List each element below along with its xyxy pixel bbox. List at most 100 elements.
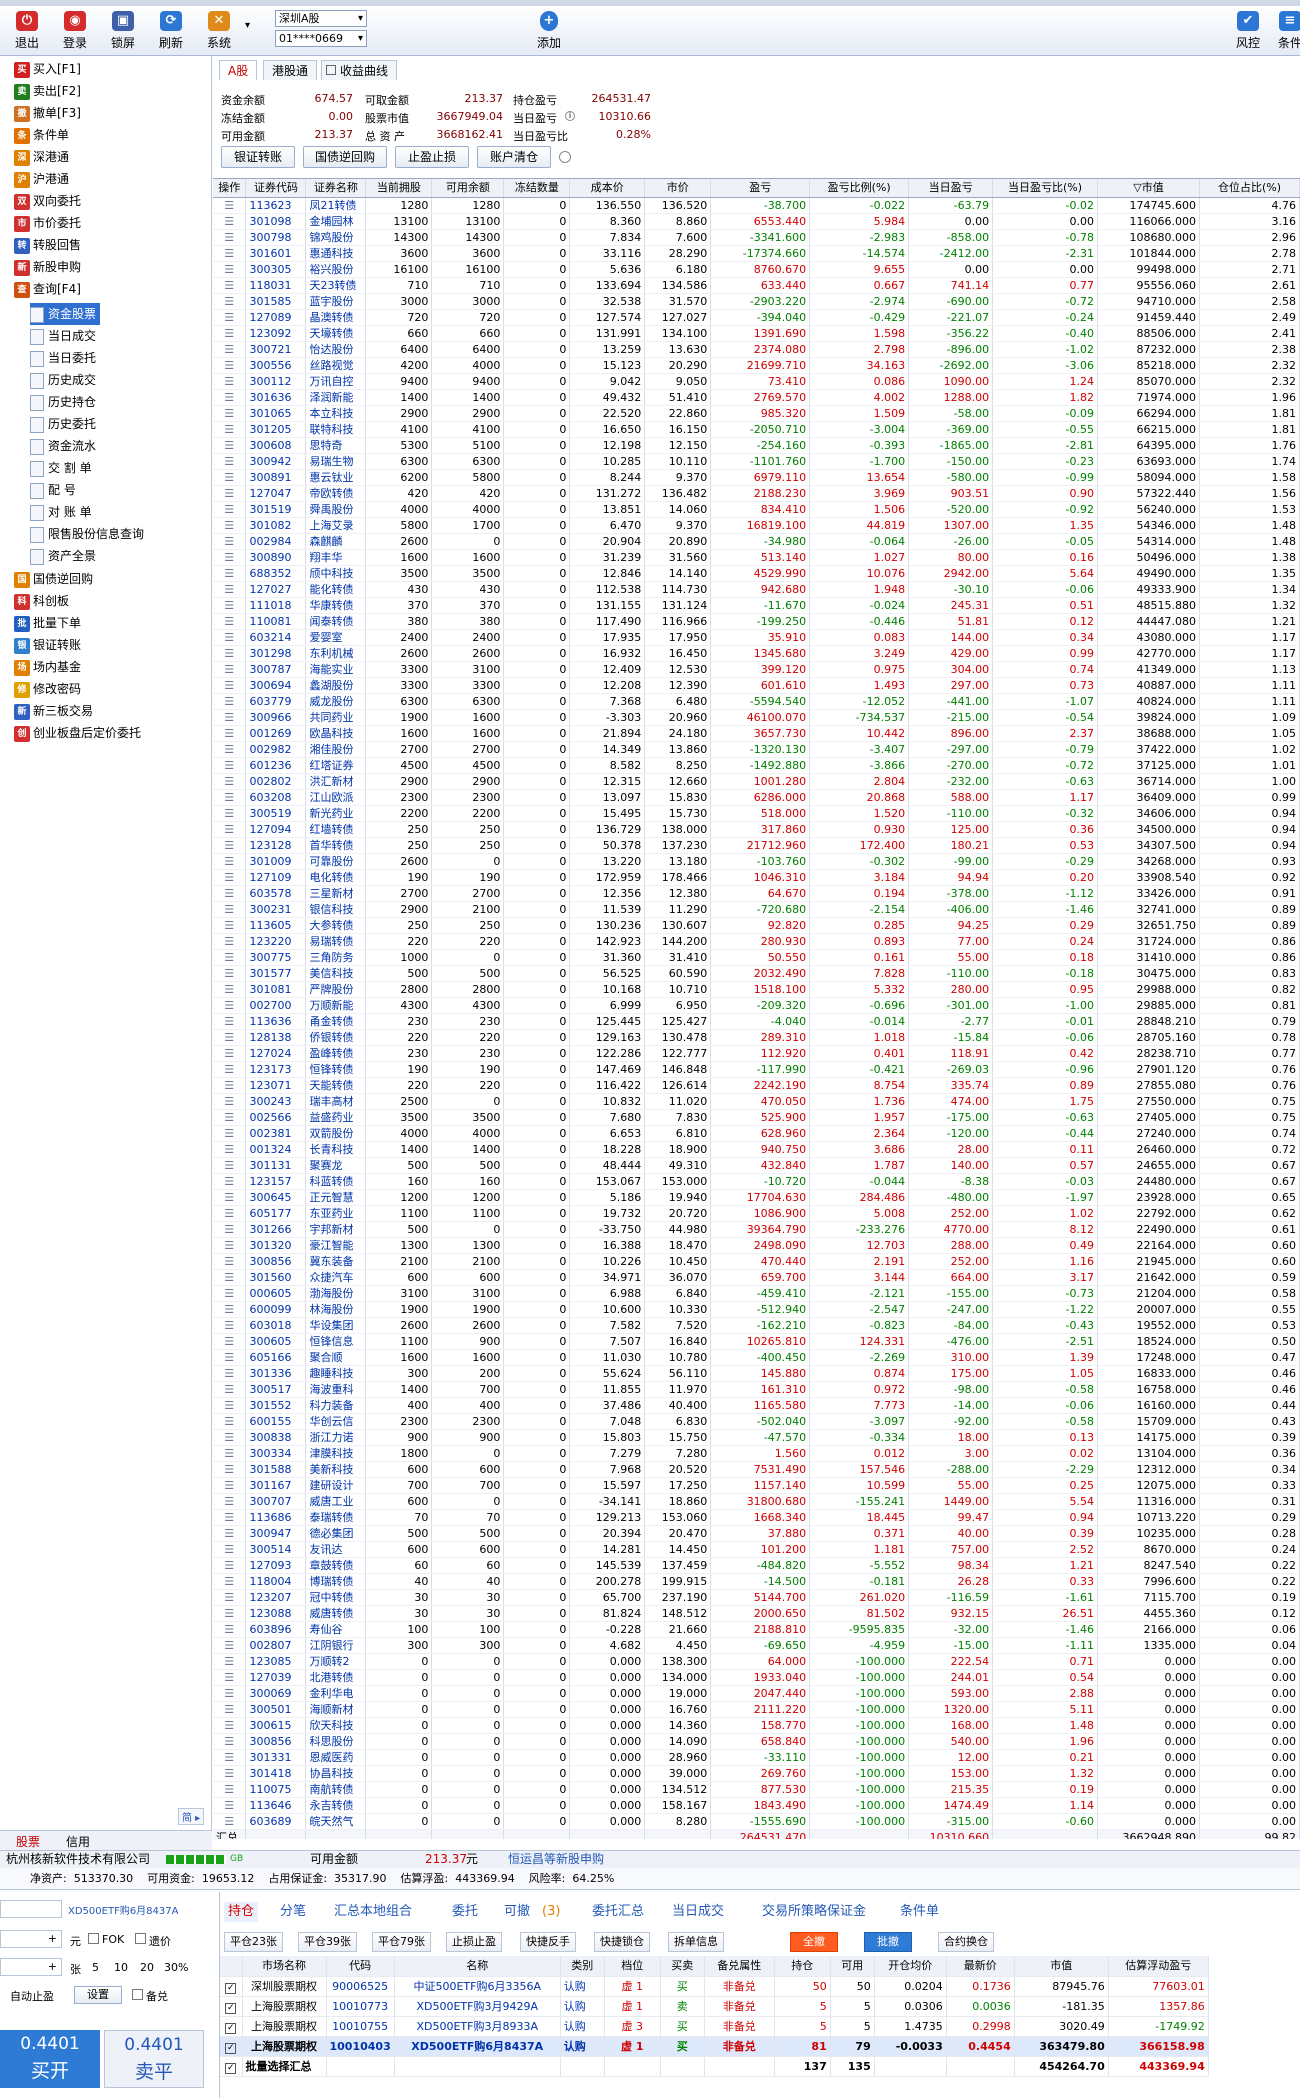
ipo-notice[interactable]: 恒运昌等新股申购: [508, 1851, 604, 1868]
row-menu-icon[interactable]: ☰: [213, 1797, 247, 1814]
col-header-8[interactable]: 盈亏: [710, 179, 811, 198]
col-header-12[interactable]: ▽市值: [1097, 179, 1200, 198]
table-row[interactable]: ☰ 123220 易瑞转债 220 220 0 142.923 144.200 280.930 0…: [213, 933, 1300, 950]
option-row[interactable]: ✓ 深圳股票期权 90006525 中证500ETF购6月3356A 认购虚 1 买非备兑…: [220, 1976, 1209, 1997]
tab-orders[interactable]: 委托: [452, 1902, 478, 1922]
sidebar-item-items-4[interactable]: 深深港通: [0, 146, 69, 168]
tab-profit-curve[interactable]: 收益曲线: [321, 60, 398, 80]
row-menu-icon[interactable]: ☰: [213, 1461, 247, 1478]
query-subitem-10[interactable]: 限售股份信息查询: [30, 523, 144, 545]
row-menu-icon[interactable]: ☰: [213, 853, 247, 870]
table-row[interactable]: ☰ 300556 丝路视觉 4200 4000 0 15.123 20.290 21699.71…: [213, 357, 1300, 374]
row-menu-icon[interactable]: ☰: [213, 869, 247, 886]
row-menu-icon[interactable]: ☰: [213, 981, 247, 998]
row-menu-icon[interactable]: ☰: [213, 565, 247, 582]
row-menu-icon[interactable]: ☰: [213, 213, 247, 230]
opt-col-header-7[interactable]: 备兑属性: [704, 1956, 775, 1977]
table-row[interactable]: ☰ 301601 惠通科技 3600 3600 0 33.116 28.290 -17374.6…: [213, 245, 1300, 262]
roll-contract-button[interactable]: 合约换仓: [938, 1932, 994, 1952]
row-menu-icon[interactable]: ☰: [213, 693, 247, 710]
row-menu-icon[interactable]: ☰: [213, 1301, 247, 1318]
option-row[interactable]: ✓ 上海股票期权 10010755 XD500ETF购3月8933A 认购虚 3 买非备兑…: [220, 2016, 1209, 2037]
table-row[interactable]: ☰ 127027 能化转债 430 430 0 112.538 114.730 942.680 1…: [213, 581, 1300, 598]
table-row[interactable]: ☰ 301588 美新科技 600 600 0 7.968 20.520 7531.490 157…: [213, 1461, 1300, 1478]
sidebar-item-items-10[interactable]: 查查询[F4]: [0, 278, 81, 300]
table-row[interactable]: ☰ 601236 红塔证券 4500 4500 0 8.582 8.250 -1492.880-…: [213, 757, 1300, 774]
table-row[interactable]: ☰ 301585 蓝宇股份 3000 3000 0 32.538 31.570 -2903.22…: [213, 293, 1300, 310]
row-menu-icon[interactable]: ☰: [213, 1333, 247, 1350]
row-menu-icon[interactable]: ☰: [213, 341, 247, 358]
table-row[interactable]: ☰ 002802 洪汇新材 2900 2900 0 12.315 12.660 1001.280…: [213, 773, 1300, 790]
tab-credit[interactable]: 信用: [66, 1833, 90, 1850]
row-menu-icon[interactable]: ☰: [213, 1173, 247, 1190]
sidebar-item-items-2[interactable]: 撤撤单[F3]: [0, 102, 81, 124]
table-row[interactable]: ☰ 127089 晶澳转债 720 720 0 127.574 127.027 -394.040…: [213, 309, 1300, 326]
row-menu-icon[interactable]: ☰: [213, 1621, 247, 1638]
table-row[interactable]: ☰ 110075 南航转债 0 0 0 0.000 134.512 877.530 -100.00…: [213, 1781, 1300, 1798]
sidebar-item-items-5[interactable]: 沪沪港通: [0, 168, 69, 190]
row-menu-icon[interactable]: ☰: [213, 1125, 247, 1142]
row-menu-icon[interactable]: ☰: [213, 533, 247, 550]
row-menu-icon[interactable]: ☰: [213, 405, 247, 422]
col-header-2[interactable]: 证券名称: [305, 179, 367, 198]
sidebar-item-items-0[interactable]: 买买入[F1]: [0, 58, 81, 80]
row-menu-icon[interactable]: ☰: [213, 1013, 247, 1030]
row-menu-icon[interactable]: ☰: [213, 1221, 247, 1238]
row-menu-icon[interactable]: ☰: [213, 437, 247, 454]
table-row[interactable]: ☰ 603214 爱婴室 2400 2400 0 17.935 17.950 35.910 0.0…: [213, 629, 1300, 646]
query-subitem-5[interactable]: 历史委托: [30, 413, 96, 435]
row-menu-icon[interactable]: ☰: [213, 1525, 247, 1542]
table-row[interactable]: ☰ 301320 豪江智能 1300 1300 0 16.388 18.470 2498.090…: [213, 1237, 1300, 1254]
qty-stepper[interactable]: +: [0, 1958, 62, 1976]
row-menu-icon[interactable]: ☰: [213, 309, 247, 326]
row-menu-icon[interactable]: ☰: [213, 1605, 247, 1622]
sidebar-item-items-8[interactable]: 转转股回售: [0, 234, 81, 256]
table-row[interactable]: ☰ 123157 科蓝转债 160 160 0 153.067 153.000 -10.720-…: [213, 1173, 1300, 1190]
table-row[interactable]: ☰ 127109 电化转债 190 190 0 172.959 178.466 1046.310…: [213, 869, 1300, 886]
split-info-button[interactable]: 拆单信息: [668, 1932, 724, 1952]
col-header-6[interactable]: 成本价: [569, 179, 646, 198]
row-menu-icon[interactable]: ☰: [213, 485, 247, 502]
table-row[interactable]: ☰ 301266 宇邦新材 500 0 0 -33.750 44.980 39364.790 -2…: [213, 1221, 1300, 1238]
query-subitem-3[interactable]: 历史成交: [30, 369, 96, 391]
row-menu-icon[interactable]: ☰: [213, 549, 247, 566]
refresh-button[interactable]: ⟳ 刷新: [148, 9, 194, 53]
opt-col-header-2[interactable]: 代码: [326, 1956, 395, 1977]
row-menu-icon[interactable]: ☰: [213, 1701, 247, 1718]
table-row[interactable]: ☰ 123085 万顺转2 0 0 0 0.000 138.300 64.000 -100.000…: [213, 1653, 1300, 1670]
table-row[interactable]: ☰ 113605 大参转债 250 250 0 130.236 130.607 92.820 0.…: [213, 917, 1300, 934]
reverse-repo-button[interactable]: 国债逆回购: [303, 146, 387, 168]
col-header-4[interactable]: 可用余额: [431, 179, 505, 198]
row-menu-icon[interactable]: ☰: [213, 645, 247, 662]
table-row[interactable]: ☰ 123088 威唐转债 30 30 0 81.824 148.512 2000.650 81.…: [213, 1605, 1300, 1622]
row-menu-icon[interactable]: ☰: [213, 773, 247, 790]
table-row[interactable]: ☰ 123071 天能转债 220 220 0 116.422 126.614 2242.190…: [213, 1077, 1300, 1094]
sidebar-item-items2-5[interactable]: 修修改密码: [0, 678, 81, 700]
row-menu-icon[interactable]: ☰: [213, 261, 247, 278]
lock-button[interactable]: ▣ 锁屏: [100, 9, 146, 53]
row-checkbox[interactable]: ✓: [220, 2016, 243, 2037]
row-checkbox[interactable]: ✓: [220, 1996, 243, 2017]
row-menu-icon[interactable]: ☰: [213, 597, 247, 614]
table-row[interactable]: ☰ 301298 东利机械 2600 2600 0 16.932 16.450 1345.680…: [213, 645, 1300, 662]
sidebar-item-items2-1[interactable]: 科科创板: [0, 590, 69, 612]
row-menu-icon[interactable]: ☰: [213, 725, 247, 742]
row-menu-icon[interactable]: ☰: [213, 1109, 247, 1126]
table-row[interactable]: ☰ 600155 华创云信 2300 2300 0 7.048 6.830 -502.040 -3…: [213, 1413, 1300, 1430]
opt-col-header-10[interactable]: 开仓均价: [874, 1956, 947, 1977]
col-header-3[interactable]: 当前拥股: [365, 179, 433, 198]
tab-order-summary[interactable]: 委托汇总: [592, 1902, 644, 1922]
tab-exchange-margin[interactable]: 交易所策略保证金: [762, 1902, 866, 1922]
close-79-button[interactable]: 平仓79张: [372, 1932, 431, 1952]
table-row[interactable]: ☰ 301009 可靠股份 2600 0 0 13.220 13.180 -103.760 -0.…: [213, 853, 1300, 870]
table-row[interactable]: ☰ 300305 裕兴股份 16100 16100 0 5.636 6.180 8760.670…: [213, 261, 1300, 278]
sidebar-item-items2-4[interactable]: 场场内基金: [0, 656, 81, 678]
row-menu-icon[interactable]: ☰: [213, 453, 247, 470]
table-row[interactable]: ☰ 300608 思特奇 5300 5100 0 12.198 12.150 -254.160-…: [213, 437, 1300, 454]
table-row[interactable]: ☰ 300605 恒锋信息 1100 900 0 7.507 16.840 10265.810 1…: [213, 1333, 1300, 1350]
table-row[interactable]: ☰ 603018 华设集团 2600 2600 0 7.582 7.520 -162.210 -0…: [213, 1317, 1300, 1334]
price-input[interactable]: [0, 1900, 62, 1918]
chevron-down-icon[interactable]: ▾: [245, 20, 250, 31]
cancel-all-button[interactable]: 全撤: [790, 1932, 838, 1952]
bank-transfer-button[interactable]: 银证转账: [221, 146, 295, 168]
